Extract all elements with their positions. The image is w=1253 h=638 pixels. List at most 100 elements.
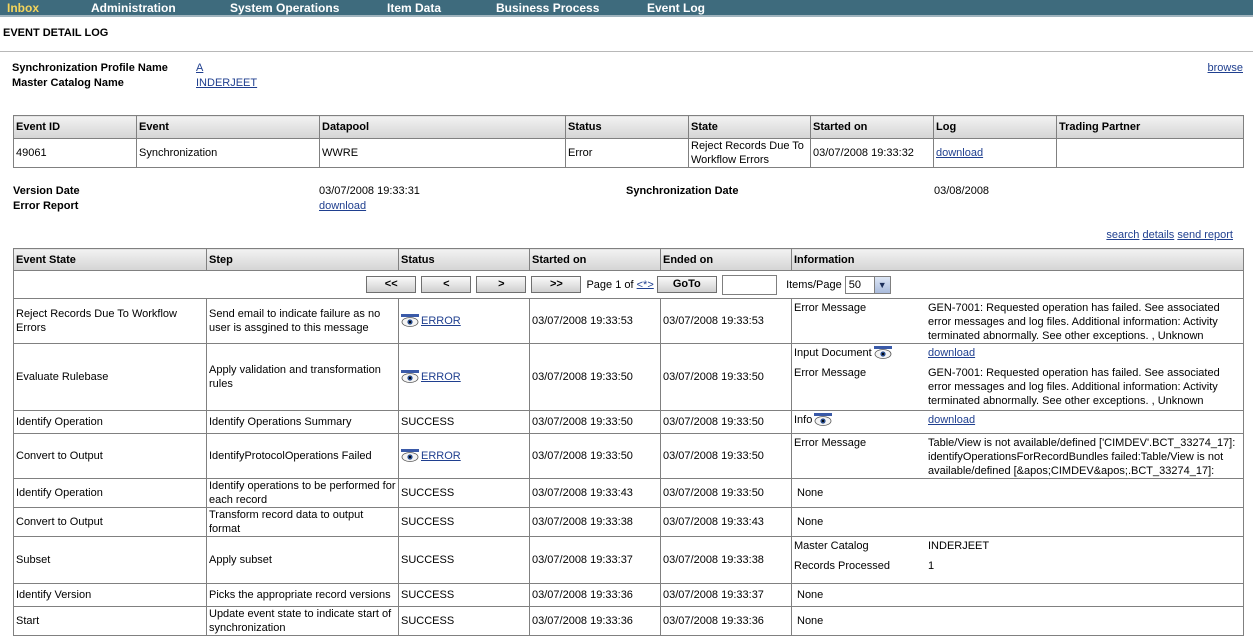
eye-icon[interactable] bbox=[401, 449, 419, 463]
step-status-cell: ERROR bbox=[398, 298, 530, 344]
step-cell: Apply subset bbox=[206, 536, 399, 584]
information-cell: Input Document download Error Message GEN-7… bbox=[791, 343, 1244, 411]
info-pair: Error Message Table/View is not available… bbox=[794, 436, 1241, 478]
search-link[interactable]: search bbox=[1106, 229, 1139, 241]
eye-icon[interactable] bbox=[401, 314, 419, 328]
info-key: Input Document bbox=[794, 346, 928, 360]
step-ended-cell: 03/07/2008 19:33:53 bbox=[660, 298, 792, 344]
nav-business-process[interactable]: Business Process bbox=[496, 1, 599, 15]
table-row: Evaluate Rulebase Apply validation and tr… bbox=[13, 343, 1244, 411]
step-cell: Update event state to indicate start of … bbox=[206, 606, 399, 636]
prev-page-button[interactable]: < bbox=[421, 276, 472, 293]
step-started-cell: 03/07/2008 19:33:36 bbox=[529, 606, 661, 636]
step-cell: Identify operations to be performed for … bbox=[206, 478, 399, 508]
started-cell: 03/07/2008 19:33:32 bbox=[810, 138, 934, 168]
col-trading-partner: Trading Partner bbox=[1056, 115, 1244, 139]
table-row: Subset Apply subset SUCCESS 03/07/2008 19:3… bbox=[13, 536, 1244, 584]
info-pair: Error Message GEN-7001: Requested operati… bbox=[794, 301, 1241, 343]
table-row: Identify Version Picks the appropriate re… bbox=[13, 583, 1244, 607]
top-nav: Inbox Administration System Operations I… bbox=[0, 0, 1253, 17]
goto-button[interactable]: GoTo bbox=[656, 276, 717, 293]
step-status-cell: SUCCESS bbox=[398, 410, 530, 434]
pager: << < > >> Page 1 of <*> GoTo Items/Page … bbox=[13, 270, 1244, 299]
browse-link[interactable]: browse bbox=[1208, 62, 1243, 74]
nav-item-data[interactable]: Item Data bbox=[387, 1, 441, 15]
info-value: GEN-7001: Requested operation has failed… bbox=[928, 302, 1220, 342]
status-cell: Error bbox=[565, 138, 689, 168]
step-ended-cell: 03/07/2008 19:33:37 bbox=[660, 583, 792, 607]
page-number-input[interactable] bbox=[721, 274, 777, 295]
table-row: Identify Operation Identify operations to… bbox=[13, 478, 1244, 508]
event-state-cell: Evaluate Rulebase bbox=[13, 343, 207, 411]
profile-link[interactable]: A bbox=[196, 62, 203, 74]
event-state-cell: Identify Operation bbox=[13, 410, 207, 434]
table-row: Identify Operation Identify Operations Su… bbox=[13, 410, 1244, 434]
event-cell: Synchronization bbox=[136, 138, 320, 168]
details-link[interactable]: details bbox=[1142, 229, 1174, 241]
col-log: Log bbox=[933, 115, 1057, 139]
information-cell: None bbox=[791, 583, 1244, 607]
next-page-button[interactable]: > bbox=[476, 276, 527, 293]
event-state-cell: Identify Version bbox=[13, 583, 207, 607]
col-event: Event bbox=[136, 115, 320, 139]
step-cell: Identify Operations Summary bbox=[206, 410, 399, 434]
trading-partner-cell bbox=[1056, 138, 1244, 168]
items-per-page-select[interactable]: 50 ▼ bbox=[844, 275, 891, 294]
step-ended-cell: 03/07/2008 19:33:50 bbox=[660, 343, 792, 411]
step-cell: Transform record data to output format bbox=[206, 507, 399, 537]
eye-icon[interactable] bbox=[873, 346, 892, 360]
step-started-cell: 03/07/2008 19:33:43 bbox=[529, 478, 661, 508]
info-download-link[interactable]: download bbox=[928, 346, 1241, 360]
information-cell: None bbox=[791, 478, 1244, 508]
col-step: Step bbox=[206, 248, 399, 271]
version-date-label: Version Date bbox=[13, 185, 80, 197]
profile-label: Synchronization Profile Name bbox=[12, 62, 168, 74]
col-status: Status bbox=[565, 115, 689, 139]
info-key: Info bbox=[794, 413, 928, 427]
step-ended-cell: 03/07/2008 19:33:43 bbox=[660, 507, 792, 537]
error-report-download-link[interactable]: download bbox=[319, 200, 366, 212]
page-title: EVENT DETAIL LOG bbox=[3, 27, 109, 39]
error-status-link[interactable]: ERROR bbox=[421, 315, 461, 327]
step-status-cell: ERROR bbox=[398, 343, 530, 411]
nav-event-log[interactable]: Event Log bbox=[647, 1, 705, 15]
event-id-cell: 49061 bbox=[13, 138, 137, 168]
error-status-link[interactable]: ERROR bbox=[421, 371, 461, 383]
info-pair: Master Catalog INDERJEET bbox=[794, 539, 1241, 553]
step-ended-cell: 03/07/2008 19:33:38 bbox=[660, 536, 792, 584]
error-status-link[interactable]: ERROR bbox=[421, 450, 461, 462]
info-key: Error Message bbox=[794, 302, 867, 314]
first-page-button[interactable]: << bbox=[366, 276, 417, 293]
log-download-link[interactable]: download bbox=[936, 147, 983, 159]
col-datapool: Datapool bbox=[319, 115, 566, 139]
eye-icon[interactable] bbox=[814, 413, 833, 427]
last-page-button[interactable]: >> bbox=[531, 276, 582, 293]
send-report-link[interactable]: send report bbox=[1177, 229, 1233, 241]
col-step-ended: Ended on bbox=[660, 248, 792, 271]
step-started-cell: 03/07/2008 19:33:36 bbox=[529, 583, 661, 607]
step-cell: Picks the appropriate record versions bbox=[206, 583, 399, 607]
info-value: Table/View is not available/defined ['CI… bbox=[928, 437, 1236, 477]
step-status-cell: SUCCESS bbox=[398, 507, 530, 537]
page-indicator: Page 1 of bbox=[586, 278, 634, 291]
page-count-link[interactable]: <*> bbox=[637, 278, 654, 290]
nav-administration[interactable]: Administration bbox=[91, 1, 176, 15]
step-status-cell: SUCCESS bbox=[398, 536, 530, 584]
table-row: Convert to Output IdentifyProtocolOperati… bbox=[13, 433, 1244, 479]
information-cell: None bbox=[791, 507, 1244, 537]
info-value: INDERJEET bbox=[928, 540, 990, 552]
step-started-cell: 03/07/2008 19:33:38 bbox=[529, 507, 661, 537]
nav-system-operations[interactable]: System Operations bbox=[230, 1, 339, 15]
version-date-value: 03/07/2008 19:33:31 bbox=[319, 185, 420, 197]
info-value: 1 bbox=[928, 560, 935, 572]
step-ended-cell: 03/07/2008 19:33:50 bbox=[660, 410, 792, 434]
col-started-on: Started on bbox=[810, 115, 934, 139]
info-download-link[interactable]: download bbox=[928, 413, 1241, 427]
catalog-link[interactable]: INDERJEET bbox=[196, 77, 257, 89]
step-ended-cell: 03/07/2008 19:33:50 bbox=[660, 478, 792, 508]
event-state-cell: Start bbox=[13, 606, 207, 636]
information-cell: Master Catalog INDERJEET Records Processed… bbox=[791, 536, 1244, 584]
nav-inbox[interactable]: Inbox bbox=[7, 1, 39, 15]
step-ended-cell: 03/07/2008 19:33:36 bbox=[660, 606, 792, 636]
eye-icon[interactable] bbox=[401, 370, 419, 384]
